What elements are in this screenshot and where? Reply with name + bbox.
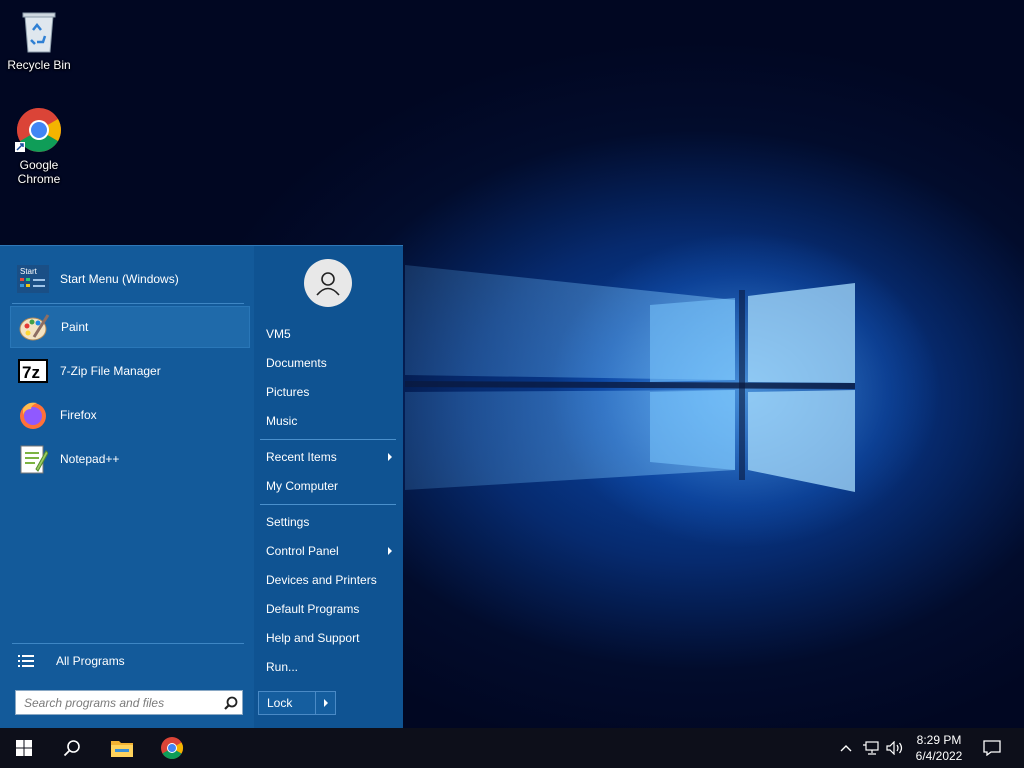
user-icon <box>316 272 340 296</box>
program-label: Paint <box>61 320 89 334</box>
volume-tray-button[interactable] <box>884 728 906 768</box>
place-label: VM5 <box>266 327 291 341</box>
program-start-menu-windows[interactable]: Start Start Menu (Windows) <box>10 258 250 300</box>
places-separator <box>260 504 396 505</box>
submenu-arrow-icon <box>388 453 392 461</box>
chrome-label: Google Chrome <box>17 158 61 186</box>
taskbar: 8:29 PM 6/4/2022 <box>0 728 1024 768</box>
place-help-and-support[interactable]: Help and Support <box>260 626 396 650</box>
place-label: Devices and Printers <box>266 573 377 587</box>
place-my-computer[interactable]: My Computer <box>260 474 396 498</box>
place-run[interactable]: Run... <box>260 655 396 679</box>
all-programs-label: All Programs <box>56 654 125 668</box>
program-notepadpp[interactable]: Notepad++ <box>10 438 250 480</box>
start-menu-programs-pane: Start Start Menu (Windows) Paint 7z 7-Zi… <box>0 246 254 729</box>
notepadpp-icon <box>16 442 50 476</box>
paint-icon <box>17 310 51 344</box>
program-label: Notepad++ <box>60 452 120 466</box>
chrome-icon <box>15 108 61 152</box>
windows-start-icon <box>16 740 32 756</box>
all-programs-separator <box>12 643 244 644</box>
taskbar-clock[interactable]: 8:29 PM 6/4/2022 <box>906 732 972 764</box>
desktop-icon-recycle-bin[interactable]: Recycle Bin <box>1 8 77 72</box>
program-firefox[interactable]: Firefox <box>10 394 250 436</box>
places-separator <box>260 439 396 440</box>
program-label: Start Menu (Windows) <box>60 272 179 286</box>
search-icon <box>63 740 80 757</box>
start-button[interactable] <box>0 728 48 768</box>
chrome-icon <box>161 737 183 759</box>
all-programs-button[interactable]: All Programs <box>12 646 246 676</box>
action-center-button[interactable] <box>978 728 1006 768</box>
place-control-panel[interactable]: Control Panel <box>260 539 396 563</box>
place-music[interactable]: Music <box>260 409 396 433</box>
program-paint[interactable]: Paint <box>10 306 250 348</box>
place-label: Music <box>266 414 298 428</box>
firefox-icon <box>16 398 50 432</box>
list-icon <box>18 654 38 668</box>
place-label: Default Programs <box>266 602 360 616</box>
place-label: Help and Support <box>266 631 360 645</box>
recycle-bin-icon <box>22 12 56 53</box>
program-label: 7-Zip File Manager <box>60 364 161 378</box>
place-label: Pictures <box>266 385 310 399</box>
place-label: Control Panel <box>266 544 339 558</box>
desktop-icon-google-chrome[interactable]: Google Chrome <box>1 106 77 186</box>
lock-label: Lock <box>267 696 293 710</box>
7zip-icon: 7z <box>16 354 50 388</box>
action-center-icon <box>983 740 1001 756</box>
place-settings[interactable]: Settings <box>260 510 396 534</box>
search-programs-input[interactable] <box>24 695 220 710</box>
taskbar-chrome[interactable] <box>148 728 196 768</box>
place-default-programs[interactable]: Default Programs <box>260 597 396 621</box>
place-devices-and-printers[interactable]: Devices and Printers <box>260 568 396 592</box>
user-avatar[interactable] <box>304 259 352 307</box>
network-icon <box>863 741 879 755</box>
clock-date: 6/4/2022 <box>915 749 963 763</box>
recycle-bin-label: Recycle Bin <box>7 58 71 72</box>
taskbar-file-explorer[interactable] <box>98 728 146 768</box>
start-menu: Start Start Menu (Windows) Paint 7z 7-Zi… <box>0 245 403 729</box>
place-label: Recent Items <box>266 450 337 464</box>
place-user-folder[interactable]: VM5 <box>260 322 396 346</box>
network-tray-button[interactable] <box>860 728 882 768</box>
svg-text:7z: 7z <box>22 363 40 382</box>
show-hidden-icons-button[interactable] <box>836 728 856 768</box>
program-7zip-file-manager[interactable]: 7z 7-Zip File Manager <box>10 350 250 392</box>
place-label: Settings <box>266 515 310 529</box>
start-menu-icon: Start <box>16 262 50 296</box>
taskbar-search-button[interactable] <box>48 728 96 768</box>
lock-button[interactable]: Lock <box>258 691 336 715</box>
place-recent-items[interactable]: Recent Items <box>260 445 396 469</box>
programs-separator <box>12 303 244 304</box>
chevron-up-icon <box>840 745 852 752</box>
svg-text:Start: Start <box>20 267 38 276</box>
place-label: Run... <box>266 660 299 674</box>
clock-time: 8:29 PM <box>916 733 962 747</box>
program-label: Firefox <box>60 408 97 422</box>
place-pictures[interactable]: Pictures <box>260 380 396 404</box>
chevron-right-icon <box>323 699 328 707</box>
shutdown-options-arrow[interactable] <box>315 692 335 714</box>
submenu-arrow-icon <box>388 547 392 555</box>
search-icon[interactable] <box>220 696 242 710</box>
search-programs-box[interactable] <box>15 690 243 715</box>
place-label: My Computer <box>266 479 339 493</box>
place-documents[interactable]: Documents <box>260 351 396 375</box>
place-label: Documents <box>266 356 327 370</box>
start-menu-places-pane: VM5 Documents Pictures Music Recent Item… <box>254 246 403 729</box>
file-explorer-icon <box>111 741 133 757</box>
volume-icon <box>886 741 903 755</box>
